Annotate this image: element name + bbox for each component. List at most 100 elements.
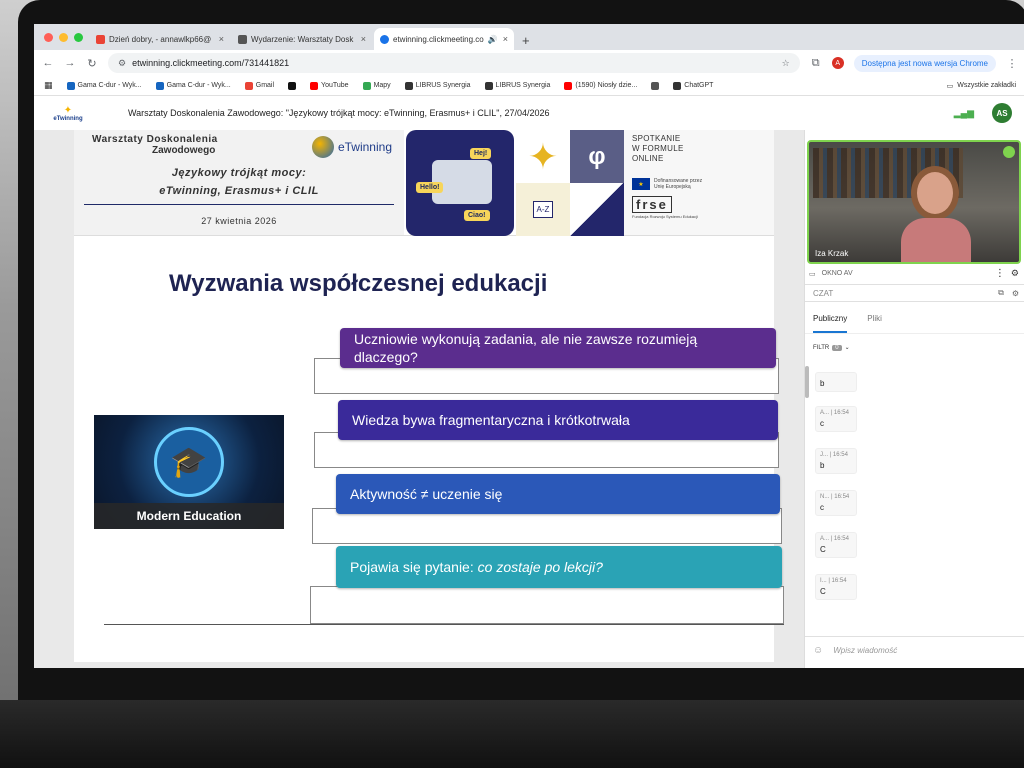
settings-icon[interactable]: ⚙ [1011,268,1019,279]
all-bookmarks-button[interactable]: ▭ Wszystkie zakładki [947,82,1016,90]
message-text: C [820,587,826,596]
challenge-text: Aktywność ≠ uczenie się [350,486,503,502]
challenge-bar-2: Wiedza bywa fragmentaryczna i krótkotrwa… [338,400,778,440]
user-avatar[interactable]: AS [992,103,1012,123]
bookmark-item[interactable]: Mapy [362,81,391,90]
bookmark-favicon-icon [244,81,253,90]
eu-flag-icon: ★ [632,178,650,190]
bookmark-favicon-icon [310,81,319,90]
bookmark-item[interactable]: Gama C-dur - Wyk... [66,81,142,90]
site-info-icon[interactable]: ⚙ [118,58,126,69]
slide: Warsztaty Doskonalenia Zawodowego eTwinn… [74,130,784,662]
slide-header-title: Warsztaty Doskonalenia Zawodowego eTwinn… [74,130,404,235]
bubble-hej: Hej! [470,148,492,159]
presenter-video[interactable]: Iza Krzak [807,140,1021,264]
update-chrome-button[interactable]: Dostępna jest nowa wersja Chrome [853,54,996,72]
bookmark-favicon-icon [66,81,75,90]
bookmark-favicon-icon [564,81,573,90]
chat-header: CZAT ⧉ ⚙ [805,284,1024,302]
chat-message: I... | 16:54 C [815,574,857,600]
triangle-tile [570,183,624,236]
tab-label: Wydarzenie: Warsztaty Dosk [251,34,354,44]
menu-icon[interactable]: ⋮ [1006,57,1018,70]
chat-message: N... | 16:54 c [815,490,857,516]
challenge-bar-4: Pojawia się pytanie: co zostaje po lekcj… [336,546,782,588]
close-window-button[interactable] [44,33,53,42]
message-meta: A... | 16:54 [820,410,849,416]
image-label: Modern Education [94,503,284,529]
address-bar[interactable]: ⚙ etwinning.clickmeeting.com/731441821 ☆ [108,53,800,73]
tab-event[interactable]: Wydarzenie: Warsztaty Dosk × [232,28,372,50]
laptop-base [0,700,1024,768]
message-meta: J... | 16:54 [820,452,848,458]
extensions-icon[interactable]: ⧉ [810,57,822,70]
frse-logo: frse [632,196,672,213]
bookmark-item[interactable]: Gama C-dur - Wyk... [155,81,231,90]
star-icon: ✦ [516,130,570,183]
message-input[interactable]: Wpisz wiadomość [833,646,897,655]
tab-public[interactable]: Publiczny [813,314,848,333]
etwinning-logo: ✦ eTwinning [53,104,83,122]
chat-settings-icon[interactable]: ⚙ [1012,289,1019,298]
bookmark-item[interactable]: LIBRUS Synergia [404,81,471,90]
slide-main-title: Wyzwania współczesnej edukacji [169,270,548,297]
maximize-window-button[interactable] [74,33,83,42]
message-text: c [820,503,824,512]
bookmark-label: (1590) Niosły dzie... [575,82,638,89]
bookmark-item[interactable] [651,81,660,90]
bookmark-favicon-icon [288,81,297,90]
profile-avatar[interactable]: A [831,57,844,69]
new-tab-button[interactable]: + [516,33,536,50]
apps-icon[interactable]: ▦ [44,80,53,91]
bookmark-item[interactable]: ChatGPT [673,81,713,90]
back-icon[interactable]: ← [42,57,54,69]
tab-meeting[interactable]: etwinning.clickmeeting.co 🔊 × [374,28,514,50]
etwinning-icon [311,136,334,158]
minimize-window-button[interactable] [59,33,68,42]
bookmarks-bar: ▦ Gama C-dur - Wyk... Gama C-dur - Wyk...… [34,76,1024,96]
forward-icon[interactable]: → [64,57,76,69]
more-options-icon[interactable]: ⋮ [995,268,1005,279]
dictionary-icon: A-Z [516,183,570,236]
chevron-down-icon: ⌄ [844,345,850,351]
slide-date: 27 kwietnia 2026 [201,216,277,226]
meeting-title: Warsztaty Doskonalenia Zawodowego: "Języ… [128,108,550,118]
window-controls [44,33,83,42]
popout-icon[interactable]: ⧉ [998,288,1004,298]
emoji-icon[interactable]: ☺ [813,645,823,656]
bookmark-item[interactable]: (1590) Niosły dzie... [564,81,638,90]
bookmark-item[interactable]: Gmail [244,81,274,90]
bookmark-star-icon[interactable]: ☆ [782,58,790,69]
reload-icon[interactable]: ↻ [86,57,98,70]
bookmark-label: LIBRUS Synergia [495,82,551,89]
camera-icon[interactable]: ▭ [809,270,816,278]
chat-message: A... | 16:54 C [815,532,857,558]
message-meta: I... | 16:54 [820,578,847,584]
bookmark-item[interactable] [288,81,297,90]
bookmark-favicon-icon [404,81,413,90]
bookmark-favicon-icon [362,81,371,90]
close-tab-icon[interactable]: × [503,34,508,44]
challenge-italic: co zostaje po lekcji? [477,559,603,575]
eu-text: Dofinansowane przez Unię Europejską [654,178,703,190]
chat-filter[interactable]: FILTR 0 ⌄ [813,344,850,351]
close-tab-icon[interactable]: × [361,34,366,44]
subtitle-line-1: Językowy trójkąt mocy: [171,167,307,179]
slide-bottom-rule [104,624,784,625]
message-text: b [820,379,825,388]
tab-files[interactable]: Pliki [867,314,882,333]
bookmark-item[interactable]: YouTube [310,81,349,90]
speaker-icon[interactable]: 🔊 [488,35,498,44]
slide-subtitle: Językowy trójkąt mocy: eTwinning, Erasmu… [92,164,386,200]
av-window-label[interactable]: OKNO AV [822,270,853,277]
challenge-text: Uczniowie wykonują zadania, ale nie zaws… [354,331,698,365]
chat-scrollbar[interactable] [805,366,809,398]
chat-title: CZAT [813,288,834,298]
challenge-bar-1: Uczniowie wykonują zadania, ale nie zaws… [340,328,776,368]
tab-gmail[interactable]: Dzień dobry, - annawlkp66@ × [90,28,230,50]
bookmark-label: LIBRUS Synergia [415,82,471,89]
chat-message: b [815,372,857,392]
filter-label: FILTR [813,344,830,351]
close-tab-icon[interactable]: × [219,34,224,44]
bookmark-item[interactable]: LIBRUS Synergia [484,81,551,90]
